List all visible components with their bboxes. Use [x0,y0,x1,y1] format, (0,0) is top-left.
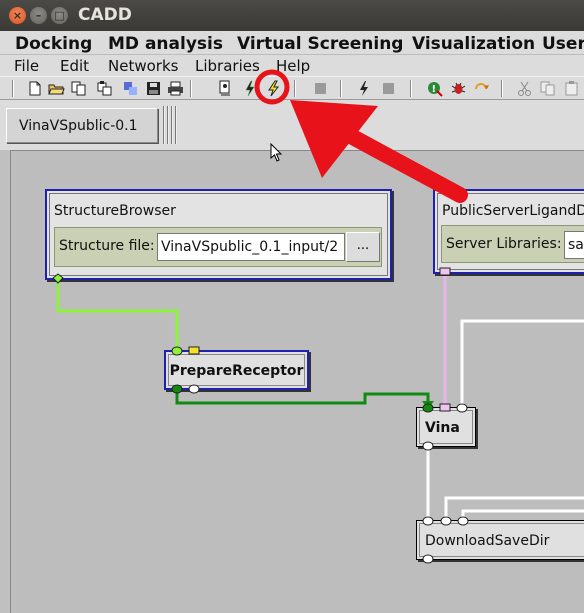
highlight-circle [254,69,290,105]
annotation-arrow-shaft [328,120,468,203]
red-annotation [254,69,468,203]
mouse-cursor-icon [270,143,283,162]
